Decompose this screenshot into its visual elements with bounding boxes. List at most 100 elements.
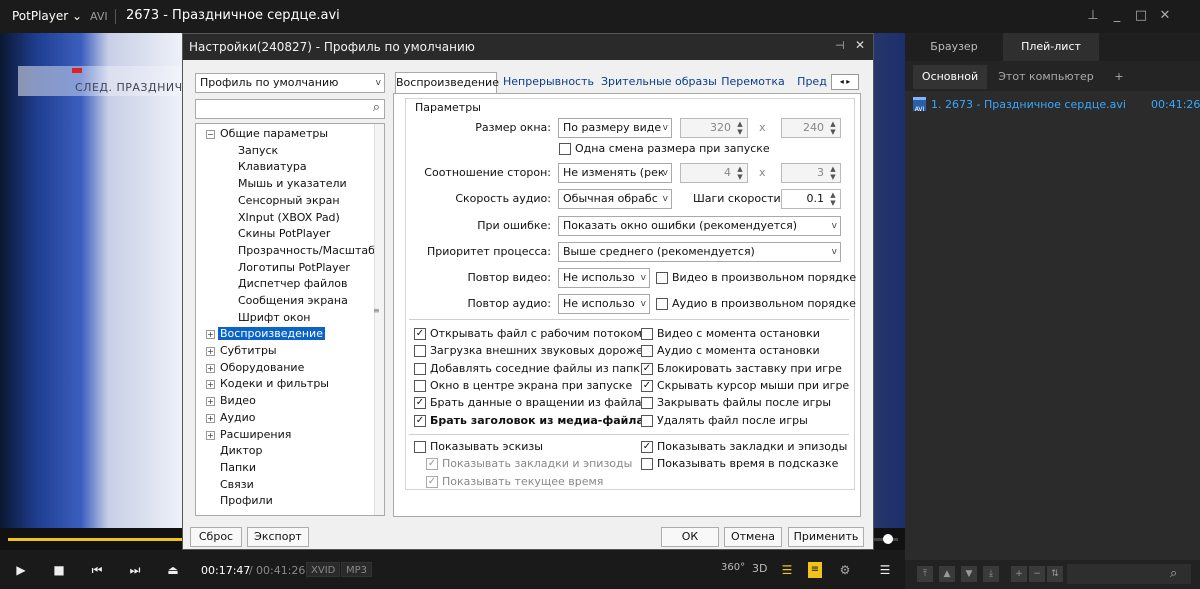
repeat-audio-select[interactable]: Не использо v	[558, 294, 650, 314]
expand-icon[interactable]: +	[206, 330, 215, 339]
spin-arrows-icon[interactable]: ▲ ▼	[827, 165, 839, 181]
option-checkbox[interactable]: Аудио с момента остановки	[641, 344, 820, 358]
remove-item-icon[interactable]: −	[1029, 566, 1045, 582]
thumbnail-time-checkbox[interactable]: ✓ Показывать текущее время	[426, 475, 603, 489]
apply-button[interactable]: Применить	[788, 527, 864, 547]
checkbox-box[interactable]: ✓	[426, 476, 438, 488]
move-top-icon[interactable]: ⤒	[917, 566, 933, 582]
checkbox-box[interactable]: ✓	[414, 414, 426, 427]
option-checkbox[interactable]: Закрывать файлы после игры	[641, 396, 831, 410]
play-icon[interactable]: ▶	[12, 561, 30, 579]
eject-icon[interactable]: ⏏	[164, 561, 182, 579]
ok-button[interactable]: ОК	[661, 527, 719, 547]
expand-icon[interactable]: +	[206, 431, 215, 440]
option-checkbox[interactable]: Загрузка внешних звуковых дорожек	[414, 344, 649, 358]
tree-item-section[interactable]: Профили	[220, 494, 273, 507]
on-error-select[interactable]: Показать окно ошибки (рекомендуется) v	[558, 216, 841, 236]
tab-continuity[interactable]: Непрерывность	[503, 72, 594, 93]
expand-icon[interactable]: +	[206, 397, 215, 406]
spin-arrows-icon[interactable]: ▲ ▼	[827, 191, 839, 207]
tab-playback[interactable]: Воспроизведение	[395, 72, 499, 94]
checkbox-box[interactable]	[641, 458, 653, 470]
width-spinner[interactable]: 320 ▲ ▼	[680, 118, 748, 138]
aspect-select[interactable]: Не изменять (рек v	[558, 163, 672, 183]
playlist-item[interactable]: AVI 1. 2673 - Праздничное сердце.avi 00:…	[911, 96, 1200, 114]
checkbox-box[interactable]	[641, 414, 653, 427]
spin-arrows-icon[interactable]: ▲ ▼	[734, 120, 746, 136]
single-resize-checkbox[interactable]: Одна смена размера при запуске	[559, 142, 770, 156]
video-random-checkbox[interactable]: Видео в произвольном порядке	[656, 271, 856, 285]
tree-item-general-child[interactable]: XInput (XBOX Pad)	[238, 211, 340, 224]
tree-item-general-child[interactable]: Шрифт окон	[238, 311, 311, 324]
search-icon[interactable]: ⌕	[1170, 566, 1177, 581]
checkbox-box[interactable]	[641, 397, 653, 410]
tree-item-general-child[interactable]: Прозрачность/Масштаб	[238, 244, 375, 257]
tree-item-section[interactable]: Воспроизведение	[218, 327, 325, 340]
checkbox-box[interactable]: ✓	[414, 397, 426, 410]
tree-item-general-child[interactable]: Диспетчер файлов	[238, 277, 347, 290]
spin-arrows-icon[interactable]: ▲ ▼	[734, 165, 746, 181]
checkbox-box[interactable]: ✓	[641, 441, 653, 453]
checkbox-box[interactable]	[641, 328, 653, 340]
app-menu-button[interactable]: PotPlayer ⌄	[12, 9, 82, 23]
expand-icon[interactable]: +	[206, 414, 215, 423]
tree-item-section[interactable]: Субтитры	[220, 344, 277, 357]
pin-icon[interactable]: ⊣	[835, 39, 845, 52]
settings-gear-icon[interactable]: ⚙	[836, 561, 854, 579]
vr-360-button[interactable]: 360°	[721, 562, 745, 573]
tree-item-section[interactable]: Аудио	[220, 411, 256, 424]
tree-item-section[interactable]: Расширения	[220, 428, 291, 441]
show-bookmarks-checkbox[interactable]: ✓ Показывать закладки и эпизоды	[641, 440, 847, 454]
option-checkbox[interactable]: Удалять файл после игры	[641, 414, 808, 428]
playlist-search-icon[interactable]: ☰	[778, 561, 796, 579]
audio-speed-select[interactable]: Обычная обрабс v	[558, 189, 672, 209]
tab-visuals[interactable]: Зрительные образы	[601, 72, 717, 93]
spin-arrows-icon[interactable]: ▲ ▼	[827, 120, 839, 136]
collapse-icon[interactable]: −	[206, 130, 215, 139]
tooltip-time-checkbox[interactable]: Показывать время в подсказке	[641, 457, 838, 471]
checkbox-box[interactable]	[656, 272, 668, 284]
checkbox-box[interactable]: ✓	[641, 379, 653, 392]
tree-item-section[interactable]: Оборудование	[220, 361, 304, 374]
tree-item-general-child[interactable]: Клавиатура	[238, 160, 307, 173]
checkbox-box[interactable]	[414, 441, 426, 453]
checkbox-box[interactable]	[641, 345, 653, 358]
close-icon[interactable]: ✕	[1154, 6, 1176, 26]
tree-item-general-child[interactable]: Мышь и указатели	[238, 177, 347, 190]
export-button[interactable]: Экспорт	[247, 527, 309, 547]
menu-icon[interactable]: ☰	[876, 561, 894, 579]
checkbox-box[interactable]	[559, 143, 571, 155]
volume-knob[interactable]	[883, 534, 893, 544]
tree-item-general-child[interactable]: Сенсорный экран	[238, 194, 340, 207]
expand-icon[interactable]: +	[206, 380, 215, 389]
priority-select[interactable]: Выше среднего (рекомендуется) v	[558, 242, 841, 262]
option-checkbox[interactable]: ✓ Скрывать курсор мыши при игре	[641, 379, 849, 393]
tree-item-section[interactable]: Диктор	[220, 444, 263, 457]
tab-browser[interactable]: Браузер	[907, 33, 1001, 61]
aspect-height-spinner[interactable]: 3 ▲ ▼	[781, 163, 841, 183]
option-checkbox[interactable]: Видео с момента остановки	[641, 327, 820, 341]
checkbox-box[interactable]	[414, 345, 426, 358]
sort-icon[interactable]: ⇅	[1047, 566, 1063, 582]
tree-item-section[interactable]: Видео	[220, 394, 256, 407]
tree-item-general-child[interactable]: Скины PotPlayer	[238, 227, 330, 240]
checkbox-box[interactable]: ✓	[641, 362, 653, 375]
previous-icon[interactable]: ⏮	[88, 561, 106, 579]
tree-item-section[interactable]: Папки	[220, 461, 256, 474]
option-checkbox[interactable]: ✓ Открывать файл с рабочим потоком	[414, 327, 642, 341]
option-checkbox[interactable]: Добавлять соседние файлы из папки	[414, 362, 647, 376]
checkbox-box[interactable]: ✓	[414, 328, 426, 340]
repeat-video-select[interactable]: Не использо v	[558, 268, 650, 288]
move-up-icon[interactable]: ▲	[939, 566, 955, 582]
height-spinner[interactable]: 240 ▲ ▼	[781, 118, 841, 138]
move-down-icon[interactable]: ▼	[961, 566, 977, 582]
scroll-marker[interactable]: ≡	[373, 306, 383, 315]
tree-item-section[interactable]: Кодеки и фильтры	[220, 377, 329, 390]
checkbox-box[interactable]: ✓	[426, 458, 438, 470]
add-tab-button[interactable]: +	[1105, 65, 1133, 89]
expand-icon[interactable]: +	[206, 347, 215, 356]
option-checkbox[interactable]: Окно в центре экрана при запуске	[414, 379, 632, 393]
speed-step-spinner[interactable]: 0.1 ▲ ▼	[781, 189, 841, 209]
checkbox-box[interactable]	[414, 362, 426, 375]
subtab-main[interactable]: Основной	[913, 65, 987, 89]
